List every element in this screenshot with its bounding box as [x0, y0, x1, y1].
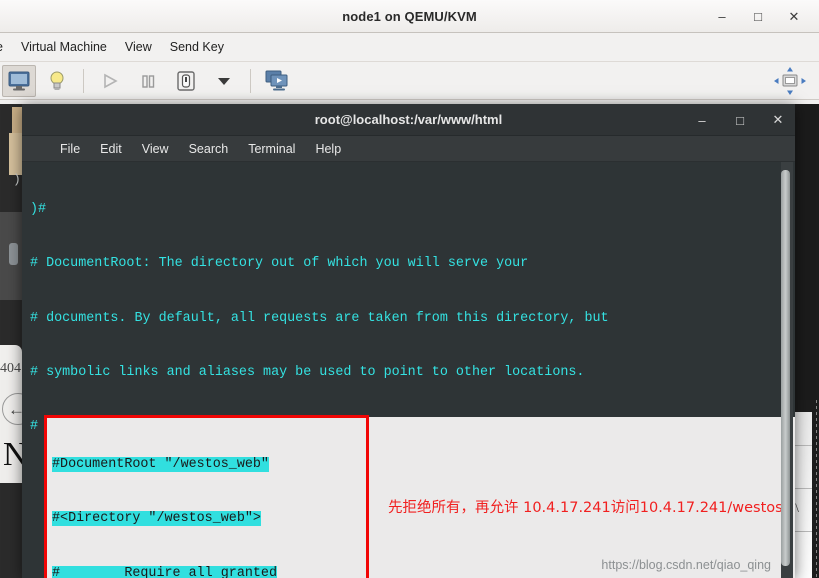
terminal-menu-terminal[interactable]: Terminal	[238, 139, 305, 159]
background-right-dashed-edge	[816, 400, 817, 578]
terminal-menu-edit[interactable]: Edit	[90, 139, 132, 159]
terminal-line: #<Directory "/westos_web">	[52, 510, 325, 528]
vm-menu-view[interactable]: View	[116, 36, 161, 58]
terminal-minimize-icon[interactable]: –	[695, 113, 709, 128]
terminal-line: # documents. By default, all requests ar…	[30, 310, 609, 326]
terminal-line-text: # Require all granted	[52, 565, 277, 578]
screen-root: ) 404 ← N ıı\ node1 on QEMU/KVM – □ ✕ e …	[0, 0, 819, 578]
terminal-menu-help[interactable]: Help	[305, 139, 351, 159]
run-play-icon[interactable]	[93, 65, 127, 97]
background-404-label: 404	[0, 358, 22, 380]
terminal-scrollbar-thumb[interactable]	[781, 170, 790, 566]
background-paren-glyph: )	[13, 172, 21, 187]
terminal-line: # symbolic links and aliases may be used…	[30, 365, 585, 381]
terminal-menu-file[interactable]: File	[50, 139, 90, 159]
terminal-line: )#	[30, 202, 47, 218]
terminal-line: # DocumentRoot: The directory out of whi…	[30, 256, 529, 272]
toolbar-separator	[83, 68, 84, 93]
terminal-close-icon[interactable]: ✕	[771, 112, 785, 128]
vm-close-icon[interactable]: ✕	[785, 8, 803, 26]
snapshots-icon[interactable]	[260, 65, 294, 97]
toolbar-separator	[250, 68, 251, 93]
watermark: https://blog.csdn.net/qiao_qing	[601, 558, 771, 572]
terminal-line: #DocumentRoot "/westos_web"	[52, 456, 325, 474]
fullscreen-resize-icon[interactable]	[773, 65, 807, 97]
terminal-window-controls: – □ ✕	[695, 104, 785, 136]
terminal-line: # Require all granted	[52, 565, 325, 578]
terminal-window-title: root@localhost:/var/www/html	[314, 112, 503, 127]
vm-menubar: e Virtual Machine View Send Key	[0, 33, 819, 62]
vm-maximize-icon[interactable]: □	[749, 8, 767, 26]
terminal-menu-view[interactable]: View	[132, 139, 179, 159]
vm-minimize-icon[interactable]: –	[713, 8, 731, 26]
shutdown-power-icon[interactable]	[169, 65, 203, 97]
console-monitor-icon[interactable]	[2, 64, 36, 97]
terminal-maximize-icon[interactable]: □	[733, 113, 747, 128]
background-browser-window[interactable]: )	[0, 95, 22, 578]
terminal-line-text: #DocumentRoot "/westos_web"	[52, 457, 269, 473]
vm-menu-virtual-machine[interactable]: Virtual Machine	[12, 36, 116, 58]
vm-menu-file[interactable]: e	[0, 36, 12, 58]
virt-manager-window: node1 on QEMU/KVM – □ ✕ e Virtual Machin…	[0, 0, 819, 104]
vm-titlebar: node1 on QEMU/KVM – □ ✕	[0, 0, 819, 33]
vm-menu-send-key[interactable]: Send Key	[161, 36, 233, 58]
lightbulb-icon[interactable]	[40, 65, 74, 97]
terminal-selected-config: #DocumentRoot "/westos_web" #<Directory …	[52, 420, 325, 578]
terminal-window: root@localhost:/var/www/html – □ ✕ File …	[22, 104, 795, 578]
background-cylinder-icon	[9, 243, 18, 265]
terminal-line-text: #<Directory "/westos_web">	[52, 511, 261, 527]
terminal-menu-search[interactable]: Search	[179, 139, 239, 159]
pause-icon[interactable]	[131, 65, 165, 97]
terminal-scrollbar-track[interactable]	[781, 162, 793, 578]
annotation-chinese-note: 先拒绝所有，再允许 10.4.17.241访问10.4.17.241/westo…	[388, 500, 788, 516]
terminal-menubar: File Edit View Search Terminal Help	[22, 136, 795, 162]
vm-window-controls: – □ ✕	[713, 0, 811, 33]
vm-window-title: node1 on QEMU/KVM	[342, 8, 477, 24]
shutdown-dropdown-arrow-icon[interactable]	[207, 65, 241, 97]
terminal-body[interactable]: )# # DocumentRoot: The directory out of …	[22, 162, 795, 578]
background-shape-tan-2	[9, 133, 22, 175]
terminal-titlebar: root@localhost:/var/www/html – □ ✕	[22, 104, 795, 136]
vm-toolbar	[0, 62, 819, 100]
